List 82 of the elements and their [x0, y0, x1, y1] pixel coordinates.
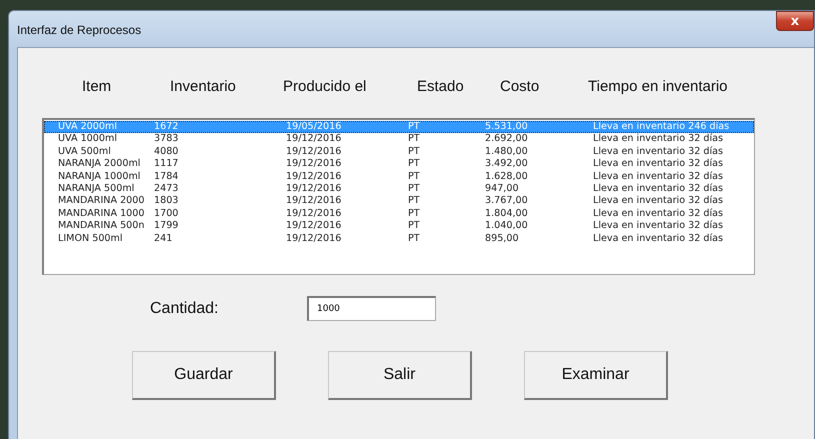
list-cell-text: 1.628,00 [485, 170, 529, 183]
list-cell-text: 1700 [154, 208, 180, 220]
list-cell-text: LIMON 500ml [58, 232, 124, 245]
quantity-label: Cantidad: [150, 300, 220, 318]
list-row[interactable]: NARANJA 1000ml 1784 19/12/2016 PT 1.628,00 Lleva en inventario 32 días [44, 170, 754, 183]
list-cell-text: PT [408, 208, 421, 220]
list-row[interactable]: UVA 500ml 4080 19/12/2016 PT 1.480,00 Lleva en inventario 32 días [44, 146, 754, 158]
list-cell-text: 895,00 [485, 232, 520, 245]
list-row[interactable]: NARANJA 500ml 2473 19/12/2016 PT 947,00 Lleva en inventario 32 días [44, 182, 754, 196]
list-row[interactable]: NARANJA 2000ml 1117 19/12/2016 PT 3.492,00 Lleva en inventario 32 días [44, 158, 754, 171]
dialog-button[interactable]: Guardar [132, 351, 276, 400]
list-cell-text: 19/12/2016 [286, 182, 342, 196]
list-cell-text: 1799 [154, 220, 180, 233]
list-cell-text: PT [408, 133, 421, 146]
list-cell-text: 19/12/2016 [286, 133, 342, 146]
list-cell-text: PT [408, 158, 421, 171]
list-cell-text: 3.492,00 [485, 158, 529, 171]
list-cell-text: 19/12/2016 [286, 195, 342, 208]
list-cell-text: Lleva en inventario 32 días [593, 195, 724, 208]
list-cell-text: 1672 [154, 121, 180, 134]
list-cell-text: 3.767,00 [485, 195, 529, 208]
column-header: Estado [417, 78, 465, 97]
list-cell-text: PT [408, 121, 421, 134]
list-cell-text: 1803 [154, 195, 180, 208]
list-cell-text: Lleva en inventario 32 días [593, 182, 724, 195]
list-cell-text: 3783 [154, 133, 180, 146]
column-header: Item [82, 78, 112, 97]
list-row[interactable]: MANDARINA 1000 1700 19/12/2016 PT 1.804,00 Lleva en inventario 32 días [44, 208, 754, 220]
list-cell-text: 2473 [154, 182, 180, 196]
column-header: Inventario [170, 78, 237, 97]
list-cell-text: 1.040,00 [485, 220, 529, 233]
list-cell-text: 5.531,00 [485, 121, 529, 134]
list-cell-text: UVA 2000ml [58, 121, 118, 134]
list-cell-text: NARANJA 1000ml [58, 170, 142, 183]
list-cell-text: 1784 [154, 170, 180, 183]
window-title: Interfaz de Reprocesos [17, 23, 142, 37]
list-cell-text: NARANJA 500ml [58, 182, 136, 196]
list-cell-text: PT [408, 220, 421, 233]
dialog-button[interactable]: Salir [328, 351, 472, 400]
list-cell-text: 947,00 [485, 182, 520, 196]
list-cell-text: 1117 [154, 158, 180, 171]
column-header: Producido el [283, 78, 368, 97]
quantity-field[interactable]: 1000 [307, 296, 436, 321]
list-cell-text: 19/12/2016 [286, 158, 342, 171]
list-cell-text: PT [408, 170, 421, 183]
list-cell-text: Lleva en inventario 32 días [593, 220, 724, 233]
list-cell-text: Lleva en inventario 32 días [593, 133, 724, 146]
list-row[interactable]: UVA 1000ml 3783 19/12/2016 PT 2.692,00 Lleva en inventario 32 días [44, 133, 754, 146]
list-row[interactable]: LIMON 500ml 241 19/12/2016 PT 895,00 Lleva en inventario 32 días [44, 232, 754, 245]
list-cell-text: Lleva en inventario 32 días [593, 170, 724, 183]
list-cell-text: NARANJA 2000ml [58, 158, 142, 171]
list-row[interactable]: MANDARINA 2000 1803 19/12/2016 PT 3.767,00 Lleva en inventario 32 días [44, 195, 754, 208]
list-cell-text: 19/12/2016 [286, 220, 342, 233]
list-cell-text: 2.692,00 [485, 133, 529, 146]
list-cell-text: 19/12/2016 [286, 146, 342, 158]
list-cell-text: 241 [154, 232, 174, 245]
list-cell-text: 19/12/2016 [286, 208, 342, 220]
list-cell-text: 19/12/2016 [286, 232, 342, 245]
list-cell-text: MANDARINA 2000 [58, 195, 146, 208]
list-cell-text: 1.480,00 [485, 146, 529, 158]
list-cell-text: MANDARINA 1000 [58, 208, 146, 220]
list-cell-text: 19/12/2016 [286, 170, 342, 183]
list-cell-text: 1.804,00 [485, 208, 529, 220]
list-cell-text: PT [408, 182, 421, 196]
list-cell-text: 4080 [154, 146, 180, 158]
list-cell-text: Lleva en inventario 32 días [593, 232, 724, 245]
list-cell-text: 19/05/2016 [286, 121, 342, 134]
list-cell-text: PT [408, 232, 421, 245]
dialog-button[interactable]: Examinar [524, 351, 668, 400]
list-row[interactable]: MANDARINA 500n 1799 19/12/2016 PT 1.040,00 Lleva en inventario 32 días [44, 220, 754, 233]
list-cell-text: MANDARINA 500n [58, 220, 146, 233]
list-cell-text: UVA 1000ml [58, 133, 118, 146]
list-cell-text: Lleva en inventario 246 días [593, 121, 730, 133]
list-cell-text: PT [408, 146, 421, 158]
column-header: Tiempo en inventario [588, 78, 729, 97]
list-cell-text: PT [408, 195, 421, 208]
list-cell-text: Lleva en inventario 32 días [593, 158, 724, 171]
list-cell-text: Lleva en inventario 32 días [593, 146, 724, 158]
column-header: Costo [500, 78, 540, 97]
list-cell-text: Lleva en inventario 32 días [593, 208, 724, 220]
close-button[interactable]: x [776, 11, 814, 31]
list-cell-text: UVA 500ml [58, 146, 112, 158]
